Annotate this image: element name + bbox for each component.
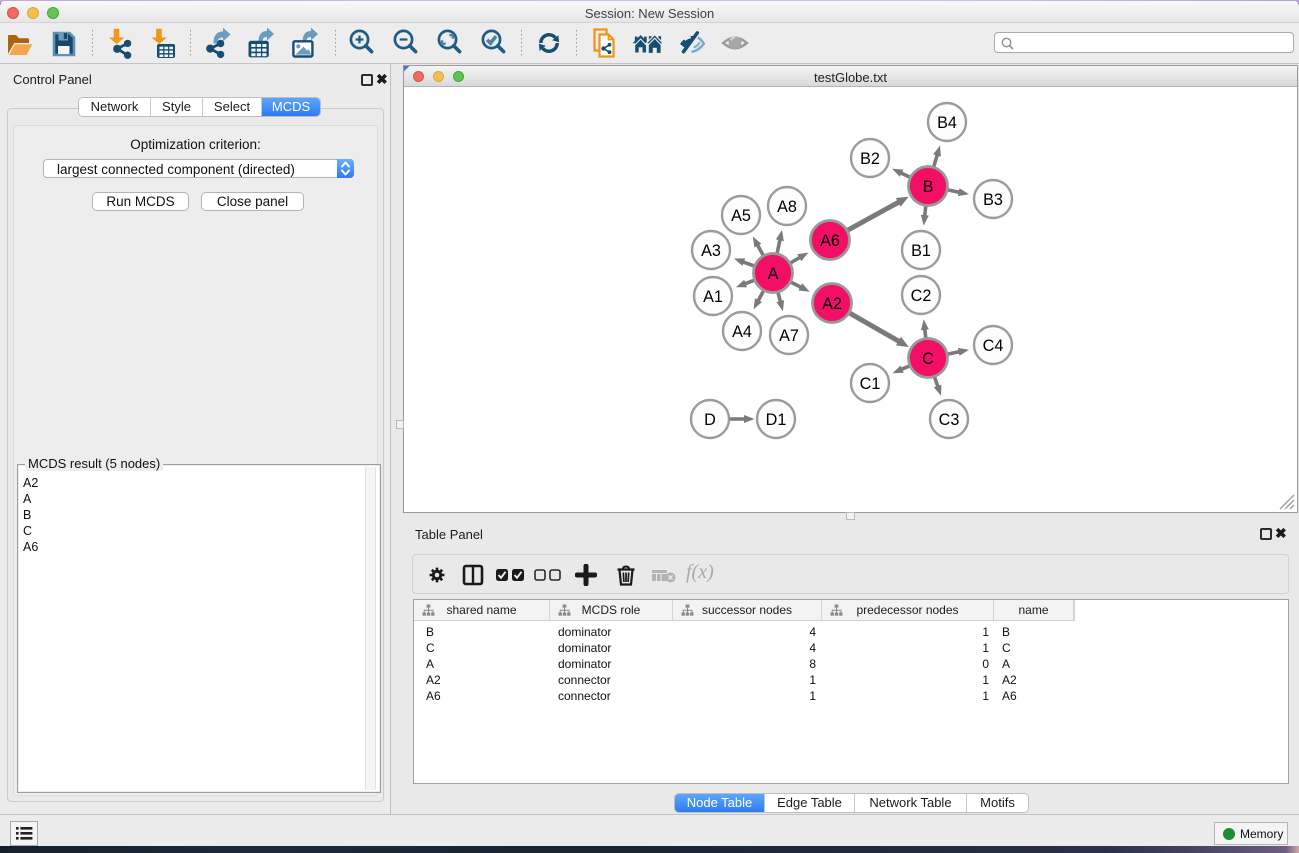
svg-text:B3: B3	[983, 191, 1003, 209]
svg-text:D1: D1	[766, 411, 787, 429]
svg-text:A2: A2	[822, 295, 842, 313]
svg-text:B: B	[923, 178, 934, 196]
svg-text:B2: B2	[860, 150, 880, 168]
svg-text:C4: C4	[983, 337, 1004, 355]
svg-text:A5: A5	[731, 207, 751, 225]
svg-text:A1: A1	[703, 288, 723, 306]
svg-text:A8: A8	[777, 198, 797, 216]
svg-text:A3: A3	[701, 242, 721, 260]
svg-text:A: A	[768, 265, 779, 283]
svg-text:A4: A4	[732, 323, 752, 341]
svg-text:C2: C2	[911, 287, 932, 305]
svg-text:C1: C1	[860, 375, 881, 393]
svg-text:C: C	[922, 350, 934, 368]
svg-text:C3: C3	[939, 411, 960, 429]
svg-text:A6: A6	[820, 232, 840, 250]
svg-text:D: D	[704, 411, 716, 429]
svg-text:B4: B4	[937, 114, 957, 132]
svg-text:B1: B1	[911, 242, 931, 260]
svg-text:A7: A7	[779, 327, 799, 345]
